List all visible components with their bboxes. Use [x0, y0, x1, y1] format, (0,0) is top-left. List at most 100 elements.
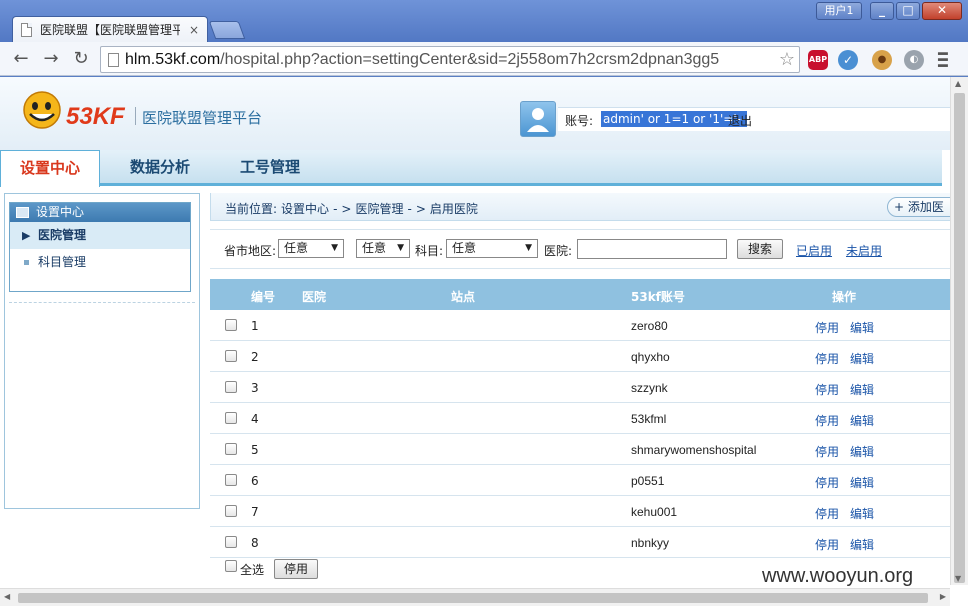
edit-link[interactable]: 编辑 [850, 319, 874, 336]
row-checkbox[interactable] [225, 319, 237, 331]
logo-smiley-icon [23, 91, 61, 129]
row-checkbox[interactable] [225, 505, 237, 517]
close-window-button[interactable]: ✕ [922, 2, 962, 20]
edit-link[interactable]: 编辑 [850, 536, 874, 553]
address-bar[interactable]: hlm.53kf.com/hospital.php?action=setting… [100, 46, 800, 73]
dropdown-arrow-icon: ▼ [397, 243, 404, 253]
select-all-checkbox[interactable] [225, 560, 237, 572]
hospital-table: 编号 医院 站点 53kf账号 操作 1 zero80 停用 编辑 2 qhyxho 停用编… [210, 279, 950, 558]
edit-link[interactable]: 编辑 [850, 381, 874, 398]
disable-link[interactable]: 停用 [815, 505, 839, 522]
edit-link[interactable]: 编辑 [850, 474, 874, 491]
enabled-link[interactable]: 已启用 [796, 242, 832, 259]
row-checkbox[interactable] [225, 474, 237, 486]
scroll-thumb[interactable] [954, 93, 965, 583]
disabled-link[interactable]: 未启用 [846, 242, 882, 259]
row-checkbox[interactable] [225, 350, 237, 362]
minimize-button[interactable]: _ [870, 2, 894, 20]
main-content: 当前位置: 设置中心 - > 医院管理 - > 启用医院 + 添加医 省市地区: 任意 ▼ 任意… [210, 193, 967, 593]
bulk-disable-button[interactable]: 停用 [274, 559, 318, 579]
select-all-label: 全选 [240, 563, 265, 577]
nav-employee-management[interactable]: 工号管理 [238, 150, 302, 186]
abp-icon[interactable]: ABP [808, 50, 828, 70]
table-body: 1 zero80 停用 编辑 2 qhyxho 停用 编辑 3 szzynk 停用 编辑 4 53kfml… [210, 310, 950, 558]
avatar [520, 101, 556, 137]
profile-button[interactable]: 用户1 [816, 2, 862, 20]
maximize-button[interactable]: □ [896, 2, 920, 20]
hospital-search-input[interactable] [577, 239, 727, 259]
row-number: 1 [251, 319, 259, 333]
table-row: 5 shmarywomenshospital 停用 编辑 [210, 434, 950, 465]
disable-link[interactable]: 停用 [815, 474, 839, 491]
search-button[interactable]: 搜索 [737, 239, 783, 259]
disable-link[interactable]: 停用 [815, 350, 839, 367]
subject-select[interactable]: 任意 ▼ [446, 239, 538, 258]
sidebar-menu: 设置中心 ▶ 医院管理 科目管理 [9, 202, 191, 292]
disable-link[interactable]: 停用 [815, 536, 839, 553]
table-row: 7 kehu001 停用 编辑 [210, 496, 950, 527]
folder-icon [16, 207, 29, 218]
scroll-down-icon[interactable]: ▼ [955, 574, 961, 583]
v-extension-icon[interactable]: ✓ [838, 50, 858, 70]
province-select[interactable]: 任意 ▼ [278, 239, 344, 258]
breadcrumb-bar: 当前位置: 设置中心 - > 医院管理 - > 启用医院 + 添加医 [210, 193, 967, 221]
row-checkbox[interactable] [225, 536, 237, 548]
sidebar-divider [9, 302, 195, 303]
scroll-left-icon[interactable]: ◀ [4, 592, 10, 601]
cookie-icon[interactable]: ● [872, 50, 892, 70]
menu-icon[interactable]: ━ ━ ━ [938, 46, 952, 74]
forward-arrow-icon[interactable]: → [40, 48, 62, 70]
account-value: admin' or 1=1 or '1'='-- [601, 111, 748, 127]
bullet-icon [24, 260, 29, 265]
nav-data-analysis[interactable]: 数据分析 [128, 150, 192, 186]
horizontal-scrollbar[interactable]: ◀ ▶ [0, 588, 950, 606]
edit-link[interactable]: 编辑 [850, 443, 874, 460]
reload-icon[interactable]: ↻ [70, 48, 92, 70]
column-header: 站点 [451, 290, 476, 304]
table-row: 4 53kfml 停用 编辑 [210, 403, 950, 434]
logo-divider [135, 107, 136, 125]
row-checkbox[interactable] [225, 412, 237, 424]
table-header: 编号 医院 站点 53kf账号 操作 [210, 279, 950, 310]
row-checkbox[interactable] [225, 381, 237, 393]
row-number: 5 [251, 443, 259, 457]
triangle-right-icon: ▶ [22, 229, 31, 242]
platform-title: 医院联盟管理平台 [142, 109, 263, 127]
chevron-right-icon: > [341, 202, 352, 216]
breadcrumb-item[interactable]: 医院管理 [355, 202, 403, 216]
row-checkbox[interactable] [225, 443, 237, 455]
globe-icon[interactable]: ◐ [904, 50, 924, 70]
nav-settings-center[interactable]: 设置中心 [0, 150, 100, 187]
edit-link[interactable]: 编辑 [850, 505, 874, 522]
region-label: 省市地区: [224, 244, 277, 258]
tab-close-icon[interactable]: × [189, 23, 199, 37]
scroll-right-icon[interactable]: ▶ [940, 592, 946, 601]
sidebar-item-hospital-management[interactable]: ▶ 医院管理 [10, 222, 190, 249]
disable-link[interactable]: 停用 [815, 412, 839, 429]
edit-link[interactable]: 编辑 [850, 412, 874, 429]
user-icon [527, 108, 549, 132]
new-tab-button[interactable] [208, 21, 246, 39]
bookmark-star-icon[interactable]: ☆ [779, 49, 795, 70]
page-icon [108, 53, 119, 67]
subject-label: 科目: [415, 244, 444, 258]
scroll-thumb[interactable] [18, 593, 928, 603]
edit-link[interactable]: 编辑 [850, 350, 874, 367]
url-text[interactable]: hlm.53kf.com/hospital.php?action=setting… [125, 51, 777, 69]
vertical-scrollbar[interactable]: ▲ ▼ [950, 77, 968, 585]
row-number: 6 [251, 474, 259, 488]
disable-link[interactable]: 停用 [815, 319, 839, 336]
disable-link[interactable]: 停用 [815, 381, 839, 398]
scroll-up-icon[interactable]: ▲ [955, 79, 961, 88]
sidebar-item-subject-management[interactable]: 科目管理 [10, 249, 190, 276]
logout-link[interactable]: 退出 [728, 112, 752, 129]
city-select[interactable]: 任意 ▼ [356, 239, 410, 258]
breadcrumb-item[interactable]: 设置中心 [281, 202, 329, 216]
row-account: qhyxho [631, 350, 670, 364]
dropdown-arrow-icon: ▼ [525, 243, 532, 253]
column-header: 编号 [251, 290, 276, 304]
disable-link[interactable]: 停用 [815, 443, 839, 460]
back-arrow-icon[interactable]: ← [10, 48, 32, 70]
column-header: 53kf账号 [631, 290, 685, 304]
browser-tab[interactable]: 医院联盟【医院联盟管理平 × [12, 16, 208, 42]
